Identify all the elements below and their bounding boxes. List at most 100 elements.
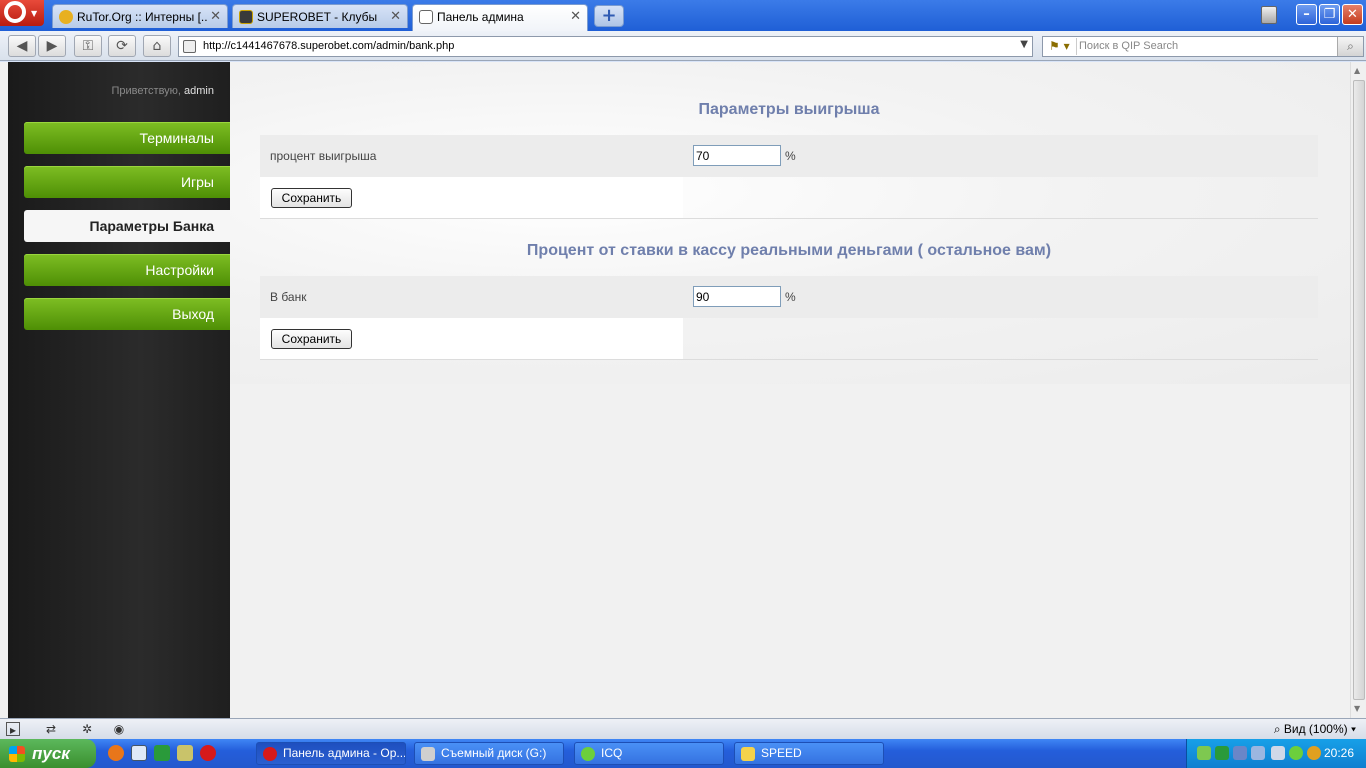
win-percent-row: процент выигрыша %	[260, 135, 1318, 177]
divider	[260, 218, 1318, 219]
icq-flower-icon[interactable]	[1289, 746, 1303, 760]
sidebar-item-label: Параметры Банка	[89, 218, 215, 234]
save-button[interactable]: Сохранить	[271, 188, 352, 208]
task-removable-disk[interactable]: Съемный диск (G:)	[414, 742, 564, 765]
unite-icon[interactable]: ✲	[80, 722, 94, 736]
close-window-button[interactable]: ✕	[1342, 4, 1363, 25]
app-icon[interactable]	[177, 745, 193, 761]
back-button[interactable]: ◀	[8, 35, 36, 57]
app-icon[interactable]	[154, 745, 170, 761]
divider	[260, 359, 1318, 360]
tab-label: SUPEROBET - Клубы	[257, 10, 378, 24]
bank-percent-input[interactable]	[693, 286, 781, 307]
sidebar-item-label: Выход	[172, 306, 214, 322]
sidebar-item-bank-params[interactable]: Параметры Банка	[24, 210, 230, 242]
section-title-bank-percent: Процент от ставки в кассу реальными день…	[526, 242, 1052, 259]
reload-button[interactable]: ⟳	[108, 35, 136, 57]
username: admin	[184, 85, 214, 97]
home-button[interactable]: ⌂	[143, 35, 171, 57]
chevron-down-icon: ▼	[31, 9, 38, 18]
tab-label: Панель админа	[437, 10, 524, 24]
tray-icon[interactable]	[1307, 746, 1321, 760]
start-label: пуск	[32, 744, 70, 763]
opera-logo-icon	[4, 1, 26, 23]
sidebar-item-logout[interactable]: Выход	[24, 298, 230, 330]
tab-admin-panel[interactable]: Панель админа ✕	[412, 4, 588, 31]
scroll-up-icon[interactable]: ▲	[1354, 66, 1360, 75]
bank-percent-label: В банк	[270, 290, 307, 304]
save-row: Сохранить	[260, 318, 1318, 360]
wand-key-button[interactable]: ⚿	[74, 35, 102, 57]
windows-taskbar: пуск Панель админа - Op... Съемный диск …	[0, 739, 1366, 768]
superobet-favicon-icon	[239, 10, 253, 24]
search-icon[interactable]: ⌕	[1337, 37, 1363, 56]
sidebar-item-games[interactable]: Игры	[24, 166, 230, 198]
search-engine-icon[interactable]: ⚑ ▾	[1045, 38, 1077, 55]
tab-rutor[interactable]: RuTor.Org :: Интерны [... ✕	[52, 4, 228, 28]
save-row: Сохранить	[260, 177, 1318, 219]
scrollbar-thumb[interactable]	[1353, 80, 1365, 700]
windows-logo-icon	[9, 746, 25, 762]
sidebar-item-label: Игры	[180, 174, 214, 190]
vertical-scrollbar[interactable]: ▲ ▼	[1350, 62, 1366, 718]
tray-icon[interactable]	[1197, 746, 1211, 760]
opera-icon[interactable]	[200, 745, 216, 761]
save-button[interactable]: Сохранить	[271, 329, 352, 349]
turbo-icon[interactable]: ◉	[112, 722, 126, 736]
greeting-prefix: Приветствую,	[111, 85, 185, 97]
drive-icon	[421, 747, 435, 761]
task-label: Панель админа - Op...	[283, 746, 406, 760]
browser-tab-bar: ▼ RuTor.Org :: Интерны [... ✕ SUPEROBET …	[0, 0, 1366, 31]
explorer-icon[interactable]	[131, 745, 147, 761]
minimize-button[interactable]: –	[1296, 4, 1317, 25]
tab-close-icon[interactable]: ✕	[570, 8, 581, 24]
forward-button[interactable]: ▶	[38, 35, 66, 57]
tray-icon[interactable]	[1215, 746, 1229, 760]
zoom-level[interactable]: ⌕ Вид (100%) ▾	[1274, 722, 1356, 737]
start-button[interactable]: пуск	[0, 739, 96, 768]
tab-close-icon[interactable]: ✕	[390, 8, 401, 24]
browser-status-bar: ▸ ⇄ ✲ ◉ ⌕ Вид (100%) ▾	[0, 718, 1366, 739]
rutor-favicon-icon	[59, 10, 73, 24]
admin-sidebar: Приветствую, admin Терминалы Игры Параме…	[8, 62, 230, 718]
firefox-icon[interactable]	[108, 745, 124, 761]
search-field[interactable]: ⚑ ▾ Поиск в QIP Search ⌕	[1042, 36, 1364, 57]
tray-icon[interactable]	[1271, 746, 1285, 760]
percent-unit: %	[785, 149, 796, 163]
sidebar-item-label: Терминалы	[139, 130, 214, 146]
task-label: ICQ	[601, 746, 623, 760]
task-speed[interactable]: SPEED	[734, 742, 884, 765]
chevron-down-icon[interactable]: ▼	[1020, 39, 1028, 50]
trash-icon[interactable]	[1261, 6, 1277, 24]
sidebar-item-settings[interactable]: Настройки	[24, 254, 230, 286]
tab-close-icon[interactable]: ✕	[210, 8, 221, 24]
network-icon[interactable]	[1233, 746, 1247, 760]
address-field[interactable]: http://c1441467678.superobet.com/admin/b…	[178, 36, 1033, 57]
task-label: Съемный диск (G:)	[441, 746, 547, 760]
page-favicon-icon	[419, 10, 433, 24]
opera-menu-button[interactable]: ▼	[0, 0, 44, 26]
new-tab-button[interactable]: +	[594, 5, 624, 27]
sidebar-item-label: Настройки	[145, 262, 214, 278]
task-opera[interactable]: Панель админа - Op...	[256, 742, 406, 765]
percent-unit: %	[785, 290, 796, 304]
tab-label: RuTor.Org :: Интерны [...	[77, 10, 207, 24]
folder-icon	[741, 747, 755, 761]
task-icq[interactable]: ICQ	[574, 742, 724, 765]
bank-percent-row: В банк %	[260, 276, 1318, 318]
url-text: http://c1441467678.superobet.com/admin/b…	[203, 40, 455, 52]
panel-toggle-icon[interactable]: ▸	[6, 722, 20, 737]
win-percent-input[interactable]	[693, 145, 781, 166]
scroll-down-icon[interactable]: ▼	[1354, 704, 1360, 713]
greeting: Приветствую, admin	[111, 85, 214, 97]
maximize-button[interactable]: ❐	[1319, 4, 1340, 25]
page-favicon-icon	[183, 40, 196, 53]
task-label: SPEED	[761, 746, 802, 760]
clock: 20:26	[1323, 746, 1354, 760]
tab-superobet[interactable]: SUPEROBET - Клубы ✕	[232, 4, 408, 28]
system-tray: 20:26	[1186, 739, 1366, 768]
sidebar-item-terminals[interactable]: Терминалы	[24, 122, 230, 154]
sync-icon[interactable]: ⇄	[44, 722, 58, 736]
section-title-win-params: Параметры выигрыша	[698, 101, 880, 118]
tray-icon[interactable]	[1251, 746, 1265, 760]
